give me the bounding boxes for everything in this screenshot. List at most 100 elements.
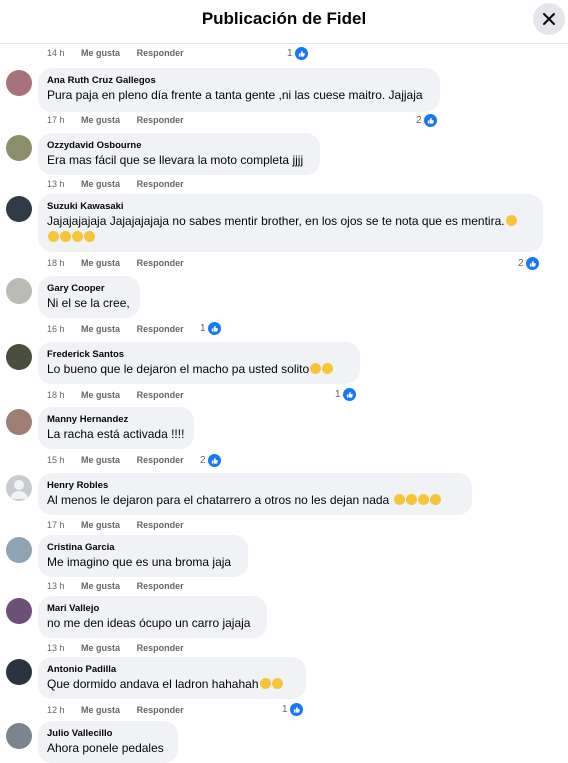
reaction-count[interactable]: 2 <box>518 257 539 270</box>
comment-author[interactable]: Suzuki Kawasaki <box>47 200 534 213</box>
like-button[interactable]: Me gusta <box>81 390 120 400</box>
comment-text: La racha está activada !!!! <box>47 427 185 441</box>
avatar[interactable] <box>6 70 32 96</box>
comment-meta: 15 h Me gusta Responder <box>47 455 198 465</box>
like-button[interactable]: Me gusta <box>81 324 120 334</box>
comment-time: 15 h <box>47 455 65 465</box>
comment-author[interactable]: Julio Vallecillo <box>47 727 169 740</box>
like-reaction-icon <box>289 703 303 716</box>
reply-button[interactable]: Responder <box>137 324 184 334</box>
comment-author[interactable]: Ana Ruth Cruz Gallegos <box>47 74 431 87</box>
comment-bubble: Mari Vallejo no me den ideas ócupo un ca… <box>38 596 267 638</box>
reply-button[interactable]: Responder <box>137 48 184 58</box>
comment-bubble: Suzuki Kawasaki Jajajajajaja Jajajajajaj… <box>38 194 543 252</box>
comment-meta: 13 h Me gusta Responder <box>47 643 198 653</box>
comment-time: 17 h <box>47 520 65 530</box>
comment-text: Me imagino que es una broma jaja <box>47 555 232 569</box>
avatar[interactable] <box>6 344 32 370</box>
avatar[interactable] <box>6 278 32 304</box>
like-button[interactable]: Me gusta <box>81 581 120 591</box>
like-button[interactable]: Me gusta <box>81 258 120 268</box>
reply-button[interactable]: Responder <box>137 705 184 715</box>
comment-time: 17 h <box>47 115 65 125</box>
grinning-emoji-icon <box>310 363 322 374</box>
reply-button[interactable]: Responder <box>137 581 184 591</box>
comment-meta: 14 h Me gusta Responder <box>47 48 198 58</box>
grinning-emoji-icon <box>322 363 334 374</box>
comment-text: Al menos le dejaron para el chatarrero a… <box>47 492 463 508</box>
avatar[interactable] <box>6 723 32 749</box>
reply-button[interactable]: Responder <box>137 390 184 400</box>
comment-author[interactable]: Frederick Santos <box>47 348 351 361</box>
comment-author[interactable]: Mari Vallejo <box>47 602 258 615</box>
comment-bubble: Manny Hernandez La racha está activada !… <box>38 407 194 449</box>
laughing-emoji-icon <box>72 231 83 242</box>
grinning-emoji-icon <box>393 494 405 505</box>
laughing-emoji-icon <box>48 231 59 242</box>
crying-emoji-icon <box>429 494 441 505</box>
comment-author[interactable]: Cristina Garcia <box>47 541 239 554</box>
comment-author[interactable]: Ozzydavid Osbourne <box>47 139 311 152</box>
comment-time: 18 h <box>47 258 65 268</box>
reply-button[interactable]: Responder <box>137 115 184 125</box>
comment-time: 13 h <box>47 179 65 189</box>
avatar[interactable] <box>6 135 32 161</box>
avatar[interactable] <box>6 475 32 501</box>
avatar[interactable] <box>6 196 32 222</box>
comment-author[interactable]: Henry Robles <box>47 479 463 492</box>
reaction-count[interactable]: 1 <box>200 322 221 335</box>
comment-time: 12 h <box>47 705 65 715</box>
comment-bubble: Frederick Santos Lo bueno que le dejaron… <box>38 342 360 384</box>
avatar[interactable] <box>6 537 32 563</box>
comment-text: Era mas fácil que se llevara la moto com… <box>47 153 304 167</box>
like-button[interactable]: Me gusta <box>81 520 120 530</box>
like-reaction-icon <box>294 47 308 60</box>
like-button[interactable]: Me gusta <box>81 179 120 189</box>
avatar[interactable] <box>6 659 32 685</box>
reply-button[interactable]: Responder <box>137 643 184 653</box>
comment-author[interactable]: Gary Cooper <box>47 282 131 295</box>
comment-meta: 13 h Me gusta Responder <box>47 179 198 189</box>
reply-button[interactable]: Responder <box>137 179 184 189</box>
comment-text: Pura paja en pleno día frente a tanta ge… <box>47 88 423 102</box>
comment-bubble: Cristina Garcia Me imagino que es una br… <box>38 535 248 577</box>
comment-author[interactable]: Manny Hernandez <box>47 413 185 426</box>
comment-text: no me den ideas ócupo un carro jajaja <box>47 616 251 630</box>
reaction-count[interactable]: 1 <box>282 703 303 716</box>
comment-meta: 17 h Me gusta Responder <box>47 115 198 125</box>
close-button[interactable] <box>533 3 565 35</box>
like-reaction-icon <box>207 322 221 335</box>
rofl-emoji-icon <box>271 678 283 689</box>
comment-text: Ahora ponele pedales <box>47 741 164 755</box>
reaction-count[interactable]: 2 <box>200 454 221 467</box>
avatar[interactable] <box>6 598 32 624</box>
laughing-emoji-icon <box>417 494 429 505</box>
comment-bubble: Gary Cooper Ni el se la cree, <box>38 276 140 318</box>
laughing-emoji-icon <box>505 215 517 226</box>
comment-time: 18 h <box>47 390 65 400</box>
like-button[interactable]: Me gusta <box>81 643 120 653</box>
reply-button[interactable]: Responder <box>137 520 184 530</box>
reaction-count[interactable]: 2 <box>416 114 437 127</box>
comment-bubble: Ozzydavid Osbourne Era mas fácil que se … <box>38 133 320 175</box>
like-button[interactable]: Me gusta <box>81 705 120 715</box>
like-button[interactable]: Me gusta <box>81 115 120 125</box>
comment-bubble: Ana Ruth Cruz Gallegos Pura paja en plen… <box>38 68 440 112</box>
reaction-count[interactable]: 1 <box>287 47 308 60</box>
comment-time: 13 h <box>47 643 65 653</box>
avatar[interactable] <box>6 409 32 435</box>
comment-time: 13 h <box>47 581 65 591</box>
reaction-count[interactable]: 1 <box>335 388 356 401</box>
like-button[interactable]: Me gusta <box>81 455 120 465</box>
rofl-emoji-icon <box>259 678 271 689</box>
comment-author[interactable]: Antonio Padilla <box>47 663 297 676</box>
like-reaction-icon <box>342 388 356 401</box>
laughing-emoji-icon <box>60 231 71 242</box>
close-icon <box>543 13 555 25</box>
comment-feed[interactable]: 14 h Me gusta Responder 1 Ana Ruth Cruz … <box>0 44 568 763</box>
reply-button[interactable]: Responder <box>137 455 184 465</box>
reply-button[interactable]: Responder <box>137 258 184 268</box>
like-button[interactable]: Me gusta <box>81 48 120 58</box>
comment-meta: 12 h Me gusta Responder <box>47 705 198 715</box>
comment-bubble: Julio Vallecillo Ahora ponele pedales <box>38 721 178 763</box>
